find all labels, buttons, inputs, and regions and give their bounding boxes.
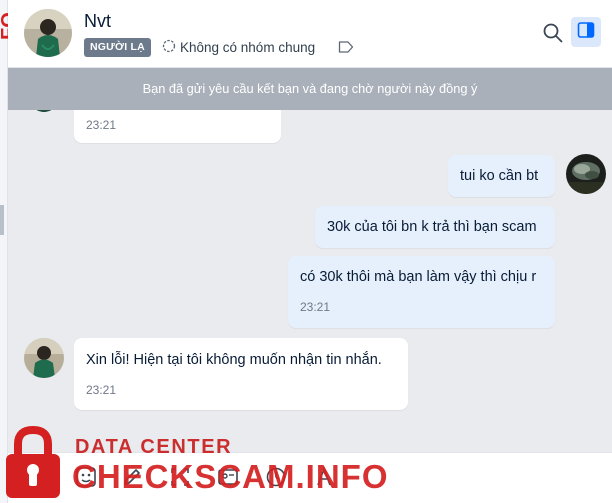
message-bubble-outgoing[interactable]: có 30k thôi mà bạn làm vậy thì chịu r 23… — [288, 256, 555, 328]
watermark-data-center: DATA CENTER — [75, 436, 233, 458]
friend-request-banner: Bạn đã gửi yêu cầu kết bạn và đang chờ n… — [8, 68, 612, 110]
message-bubble-incoming[interactable]: 23:21 — [74, 110, 281, 143]
message-time: 23:21 — [86, 118, 117, 132]
message-time: 23:21 — [300, 300, 331, 314]
tag-icon[interactable] — [338, 40, 354, 54]
sidebar-handle[interactable] — [0, 205, 4, 235]
search-icon[interactable] — [542, 22, 564, 44]
chat-header: Nvt NGƯỜI LẠ Không có nhóm chung — [8, 0, 612, 68]
my-avatar[interactable] — [566, 154, 606, 194]
message-bubble-incoming[interactable]: Xin lỗi! Hiện tại tôi không muốn nhận ti… — [74, 338, 408, 410]
message-text: có 30k thôi mà bạn làm vậy thì chịu r — [300, 269, 537, 285]
message-bubble-outgoing[interactable]: 30k của tôi bn k trả thì bạn scam — [315, 206, 555, 248]
contact-avatar[interactable] — [24, 9, 72, 57]
message-time: 23:21 — [86, 383, 117, 397]
sidebar-toggle-icon — [577, 21, 595, 44]
common-groups-label: Không có nhóm chung — [180, 40, 316, 55]
watermark-brand: CHECKSCAM.INFO — [72, 458, 389, 495]
message-list[interactable]: 23:21 tui ko cần bt 30k của tôi bn k trả… — [8, 110, 612, 452]
sidebar-toggle-button[interactable] — [571, 17, 601, 47]
stranger-badge: NGƯỜI LẠ — [84, 38, 151, 57]
message-text: 30k của tôi bn k trả thì bạn scam — [327, 219, 537, 235]
message-text: Xin lỗi! Hiện tại tôi không muốn nhận ti… — [86, 352, 382, 368]
message-text: tui ko cần bt — [460, 168, 539, 184]
group-icon — [162, 39, 176, 56]
contact-avatar-small[interactable] — [24, 338, 64, 378]
common-groups[interactable]: Không có nhóm chung — [162, 38, 315, 57]
message-bubble-outgoing[interactable]: tui ko cần bt — [448, 155, 555, 197]
contact-avatar-small[interactable] — [30, 110, 58, 112]
contact-name: Nvt — [84, 11, 111, 31]
watermark-lock-icon — [4, 424, 62, 500]
